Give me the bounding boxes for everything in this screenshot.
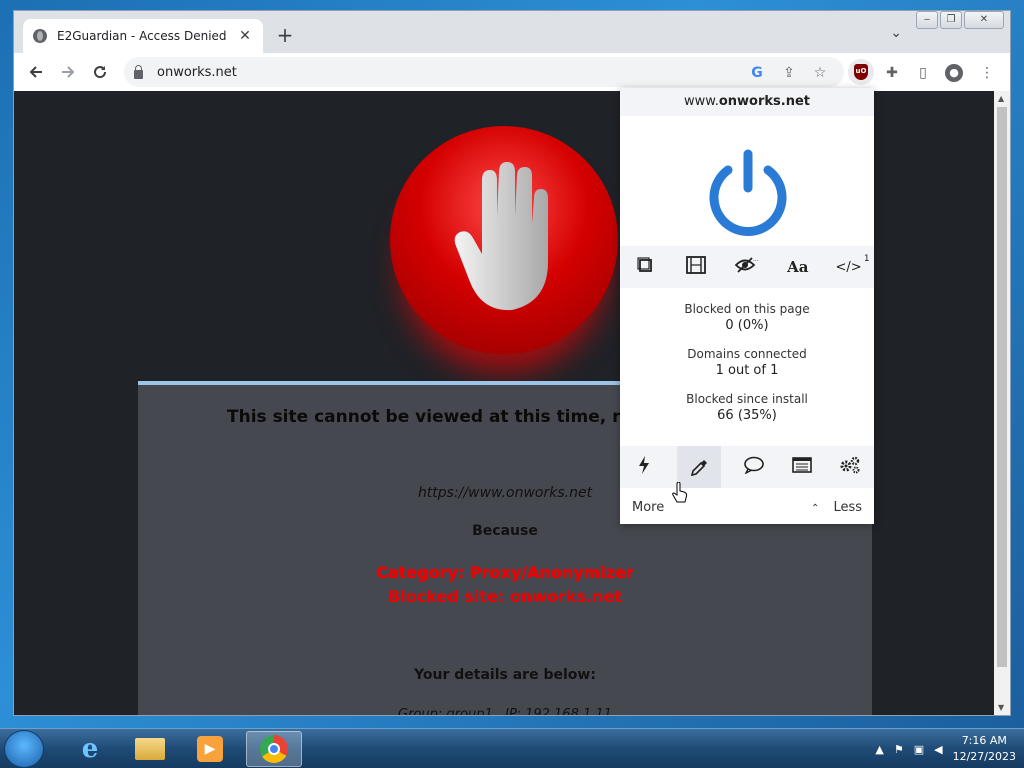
scroll-down-arrow[interactable]: ▼ [998,703,1004,712]
blocked-site: Blocked site: onworks.net [388,587,622,606]
taskbar-explorer[interactable] [122,731,178,767]
report-icon[interactable] [739,456,769,478]
hostname-prefix: www. [684,94,719,109]
profile-avatar-icon[interactable]: ● [945,64,963,82]
popup-blocker-icon[interactable] [630,256,660,278]
script-icon[interactable]: </> 1 [834,254,869,275]
tab-strip: E2Guardian - Access Denied ✕ + ⌄ ‒ ❐ ✕ [14,11,1010,53]
folder-icon [135,738,165,760]
globe-icon [33,29,47,43]
popup-tools-row-1: ... Aa </> 1 [620,246,874,288]
ie-icon: e [81,734,99,764]
bookmark-star-icon[interactable]: ☆ [811,64,829,82]
clock[interactable]: 7:16 AM 12/27/2023 [953,733,1016,765]
less-label: Less [833,499,862,515]
zap-icon[interactable] [629,456,659,478]
tab-search-icon[interactable]: ⌄ [890,25,902,41]
cosmetic-filter-icon[interactable]: ... [732,256,762,278]
google-lens-icon[interactable]: G [748,64,766,82]
taskbar-chrome[interactable] [246,731,302,767]
more-button[interactable]: More [632,500,664,515]
minimize-button[interactable]: ‒ [916,11,938,29]
script-badge: 1 [863,253,870,264]
less-button[interactable]: ⌃ Less [811,500,862,515]
chrome-icon [260,735,288,763]
stop-hand-logo [390,126,618,354]
close-window-button[interactable]: ✕ [964,11,1004,29]
scroll-thumb[interactable] [997,107,1007,667]
address-bar[interactable]: onworks.net [124,57,844,87]
hand-cursor-icon [672,482,688,503]
reload-icon [94,66,107,79]
hand-icon [454,162,548,311]
window-controls: ‒ ❐ ✕ [916,11,1004,29]
taskbar-media-player[interactable]: ▶ [182,731,238,767]
taskbar: e ▶ ▲ ⚑ ▣ ◀ 7:16 AM 12/27/2023 [0,728,1024,768]
stat-label: Blocked since install [686,392,808,406]
page-scrollbar[interactable]: ▲ ▼ [994,91,1010,715]
ublock-extension-button[interactable]: uO [848,59,874,85]
ublock-icon: uO [854,64,868,80]
back-arrow-icon [29,66,42,78]
logger-icon[interactable] [787,457,817,477]
tray-expand-icon[interactable]: ▲ [875,743,883,756]
details-heading: Your details are below: [414,667,596,683]
share-icon[interactable]: ⇪ [780,64,798,82]
tab-title: E2Guardian - Access Denied [57,29,227,43]
maximize-button[interactable]: ❐ [940,11,962,29]
group-ip-line: Group: group1 , IP: 192.168.1.11 [398,707,612,715]
back-button[interactable] [22,58,50,86]
start-button[interactable] [4,730,44,768]
svg-text:...: ... [753,256,759,263]
fonts-icon[interactable]: Aa [783,258,813,276]
popup-footer: More ⌃ Less [620,492,874,522]
side-panel-icon[interactable]: ▯ [914,64,932,82]
action-center-icon[interactable]: ⚑ [894,743,904,756]
block-category: Category: Proxy/Anonymizer [376,563,634,582]
because-label: Because [472,523,538,539]
menu-kebab-icon[interactable]: ⋮ [978,64,996,82]
new-tab-button[interactable]: + [272,23,298,49]
forward-arrow-icon [62,66,75,78]
tab-e2guardian[interactable]: E2Guardian - Access Denied ✕ [23,19,263,53]
forward-button[interactable] [54,58,82,86]
popup-tools-row-2 [620,446,874,488]
script-glyph: </> [835,259,862,275]
chevron-up-icon: ⌃ [811,502,820,514]
tab-close-icon[interactable]: ✕ [237,28,253,44]
clock-time: 7:16 AM [961,734,1007,747]
media-icon[interactable] [681,256,711,278]
popup-stats: Blocked on this page 0 (0%) Domains conn… [620,294,874,423]
network-icon[interactable]: ▣ [914,743,924,756]
clock-date: 12/27/2023 [952,750,1016,763]
extensions-puzzle-icon[interactable]: ✚ [883,64,901,82]
stat-value: 1 out of 1 [715,363,779,378]
reload-button[interactable] [86,58,114,86]
power-switch-icon[interactable] [703,148,793,238]
volume-icon[interactable]: ◀ [934,743,942,756]
stat-value: 0 (0%) [725,318,769,333]
popup-hostname: www.onworks.net [620,88,874,116]
lock-icon[interactable] [134,64,143,79]
stat-label: Domains connected [687,347,807,361]
system-tray: ▲ ⚑ ▣ ◀ 7:16 AM 12/27/2023 [875,729,1016,768]
dashboard-icon[interactable] [835,456,865,478]
ublock-popup: www.onworks.net ... Aa </> 1 Blocked on t… [620,88,874,524]
taskbar-ie[interactable]: e [62,731,118,767]
media-player-icon: ▶ [197,736,223,762]
stat-label: Blocked on this page [684,302,810,316]
hostname-domain: onworks.net [718,94,810,109]
scroll-up-arrow[interactable]: ▲ [998,94,1004,103]
url-text[interactable]: onworks.net [157,65,237,80]
stat-value: 66 (35%) [717,408,777,423]
